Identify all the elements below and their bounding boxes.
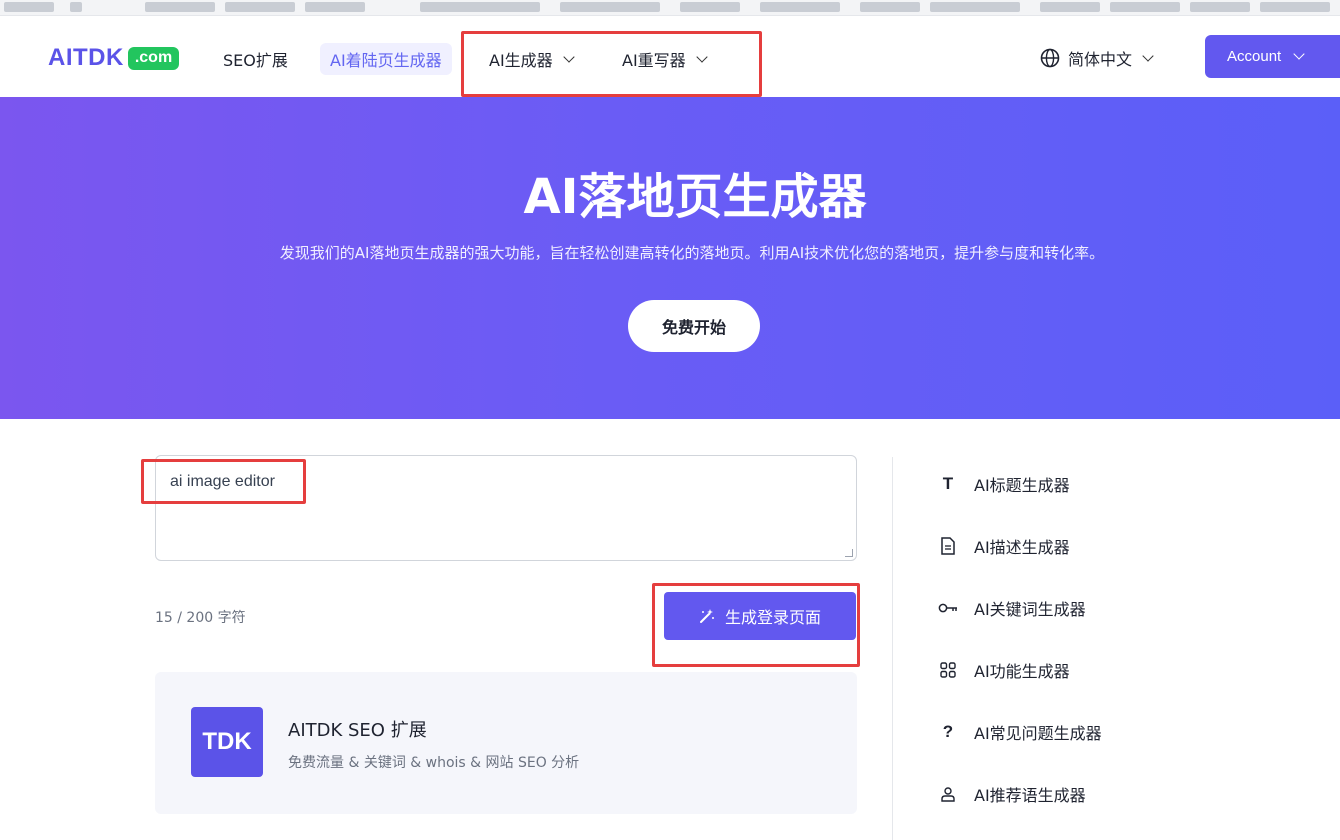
person-icon bbox=[938, 784, 958, 804]
sidebar-item-feature-generator[interactable]: AI功能生成器 bbox=[938, 658, 1070, 682]
topic-input-value: ai image editor bbox=[170, 473, 275, 490]
promo-title: AITDK SEO 扩展 bbox=[288, 720, 427, 741]
magic-wand-icon bbox=[699, 609, 714, 623]
language-label: 简体中文 bbox=[1068, 50, 1133, 69]
sidebar-item-title-generator[interactable]: T AI标题生成器 bbox=[938, 472, 1070, 496]
generate-label: 生成登录页面 bbox=[724, 608, 821, 627]
sidebar-item-label: AI功能生成器 bbox=[974, 662, 1070, 681]
column-divider bbox=[892, 457, 893, 840]
chevron-down-icon bbox=[563, 50, 575, 63]
nav-ai-generator[interactable]: AI生成器 bbox=[489, 47, 575, 71]
hero-subtitle: 发现我们的AI落地页生成器的强大功能，旨在轻松创建高转化的落地页。利用AI技术优… bbox=[279, 244, 1105, 262]
start-free-button[interactable]: 免费开始 bbox=[628, 300, 760, 352]
browser-bookmark-bar bbox=[0, 0, 1340, 16]
document-icon bbox=[938, 536, 958, 556]
chevron-down-icon bbox=[1142, 49, 1154, 62]
sidebar-item-label: AI推荐语生成器 bbox=[974, 786, 1086, 805]
sidebar-item-testimonial-generator[interactable]: AI推荐语生成器 bbox=[938, 782, 1086, 806]
nav-label: AI重写器 bbox=[622, 51, 686, 70]
sidebar-item-label: AI描述生成器 bbox=[974, 538, 1070, 557]
sidebar-item-faq-generator[interactable]: ? AI常见问题生成器 bbox=[938, 720, 1102, 744]
nav-label: SEO扩展 bbox=[223, 51, 288, 70]
character-count: 15 / 200 字符 bbox=[155, 610, 246, 626]
extension-promo-card[interactable]: TDK AITDK SEO 扩展 免费流量 & 关键词 & whois & 网站… bbox=[155, 672, 857, 814]
language-selector[interactable]: 简体中文 bbox=[1040, 46, 1154, 70]
nav-landing-page-generator[interactable]: AI着陆页生成器 bbox=[320, 43, 452, 75]
globe-icon bbox=[1040, 48, 1060, 68]
nav-seo-extension[interactable]: SEO扩展 bbox=[223, 47, 288, 71]
topic-input[interactable]: ai image editor bbox=[155, 455, 857, 561]
nav-label: AI着陆页生成器 bbox=[330, 51, 442, 70]
chevron-down-icon bbox=[1293, 48, 1305, 60]
promo-description: 免费流量 & 关键词 & whois & 网站 SEO 分析 bbox=[288, 755, 580, 771]
nav-label: AI生成器 bbox=[489, 51, 553, 70]
tdk-logo: TDK bbox=[191, 707, 263, 777]
grid-icon bbox=[938, 660, 958, 680]
account-label: Account bbox=[1227, 48, 1282, 65]
logo-text: AITDK bbox=[48, 44, 124, 71]
hero-banner: AI落地页生成器 发现我们的AI落地页生成器的强大功能，旨在轻松创建高转化的落地… bbox=[0, 97, 1340, 419]
sidebar-item-description-generator[interactable]: AI描述生成器 bbox=[938, 534, 1070, 558]
chevron-down-icon bbox=[696, 50, 708, 63]
generate-landing-page-button[interactable]: 生成登录页面 bbox=[664, 592, 856, 640]
sidebar-item-keyword-generator[interactable]: AI关键词生成器 bbox=[938, 596, 1086, 620]
sidebar-item-label: AI常见问题生成器 bbox=[974, 724, 1102, 743]
hero-title: AI落地页生成器 bbox=[523, 169, 867, 225]
title-icon: T bbox=[942, 474, 954, 493]
site-logo[interactable]: AITDK .com bbox=[48, 44, 180, 72]
logo-badge: .com bbox=[127, 46, 180, 70]
question-icon: ? bbox=[942, 722, 954, 741]
nav-ai-rewriter[interactable]: AI重写器 bbox=[622, 47, 708, 71]
key-icon bbox=[938, 598, 958, 618]
resize-handle[interactable] bbox=[845, 549, 853, 557]
sidebar-item-label: AI关键词生成器 bbox=[974, 600, 1086, 619]
sidebar-item-label: AI标题生成器 bbox=[974, 476, 1070, 495]
site-header: AITDK .com SEO扩展 AI着陆页生成器 AI生成器 AI重写器 简体… bbox=[0, 17, 1340, 97]
account-button[interactable]: Account bbox=[1205, 35, 1340, 78]
